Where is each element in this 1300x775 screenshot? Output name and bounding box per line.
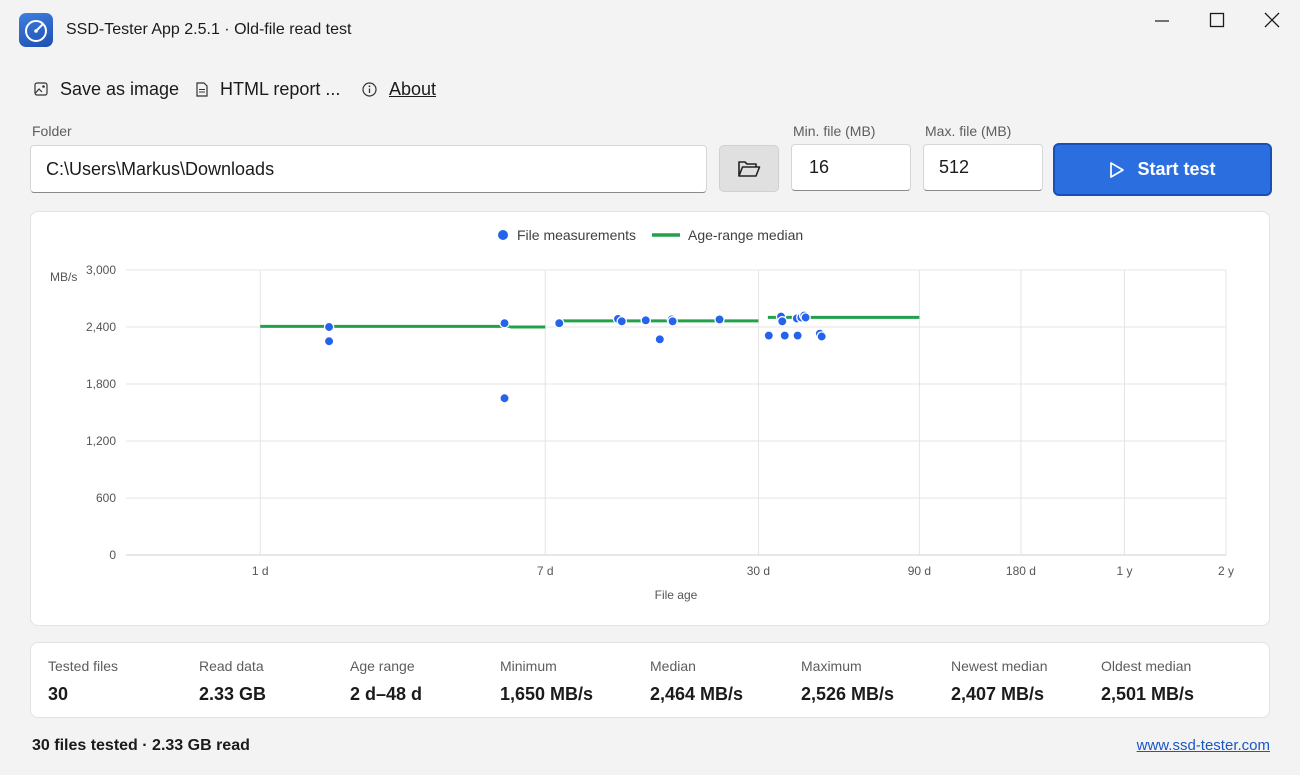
y-axis-label: MB/s [50, 270, 77, 284]
stat-item: Age range 2 d–48 d [350, 658, 422, 705]
x-axis-label: File age [655, 588, 698, 602]
data-point [800, 312, 811, 323]
data-point [763, 330, 775, 341]
y-tick-label: 0 [109, 548, 116, 562]
data-point [499, 392, 510, 404]
x-tick-label: 1 d [252, 564, 269, 578]
stat-value: 2,407 MB/s [951, 684, 1045, 704]
stat-item: Newest median 2,407 MB/s [951, 658, 1048, 705]
x-tick-label: 7 d [537, 564, 554, 578]
data-point [640, 315, 652, 326]
stat-value: 2,526 MB/s [801, 684, 895, 704]
stat-item: Maximum 2,526 MB/s [801, 658, 894, 705]
data-point [499, 317, 510, 329]
data-point [616, 316, 628, 327]
data-point [779, 330, 790, 341]
stat-item: Read data 2.33 GB [199, 658, 266, 705]
y-tick-label: 1,800 [86, 377, 116, 391]
stat-title: Median [650, 658, 696, 674]
data-point [792, 330, 803, 341]
stat-item: Tested files 30 [48, 658, 118, 705]
data-point [667, 316, 678, 327]
stat-title: Read data [199, 658, 264, 674]
data-point [714, 314, 725, 325]
data-point [323, 335, 335, 347]
x-tick-label: 2 y [1218, 564, 1234, 578]
stat-title: Maximum [801, 658, 862, 674]
y-tick-label: 1,200 [86, 434, 116, 448]
stat-value: 2,464 MB/s [650, 684, 744, 704]
stat-title: Oldest median [1101, 658, 1192, 674]
y-tick-label: 600 [96, 491, 116, 505]
x-tick-label: 1 y [1116, 564, 1132, 578]
x-tick-label: 180 d [1006, 564, 1036, 578]
y-tick-label: 3,000 [86, 263, 116, 277]
stat-value: 1,650 MB/s [500, 684, 594, 704]
y-tick-label: 2,400 [86, 320, 116, 334]
stat-item: Oldest median 2,501 MB/s [1101, 658, 1194, 705]
stat-item: Minimum 1,650 MB/s [500, 658, 593, 705]
stat-title: Newest median [951, 658, 1048, 674]
data-point [777, 316, 788, 327]
stat-value: 2,501 MB/s [1101, 684, 1195, 704]
stat-value: 2.33 GB [199, 684, 267, 704]
data-point [816, 331, 827, 342]
stat-title: Age range [350, 658, 415, 674]
stat-value: 30 [48, 684, 69, 704]
stat-value: 2 d–48 d [350, 684, 423, 704]
data-point [553, 317, 565, 329]
x-tick-label: 90 d [908, 564, 931, 578]
stat-title: Minimum [500, 658, 557, 674]
data-point [654, 334, 666, 345]
website-link[interactable]: www.ssd-tester.com [1137, 737, 1270, 754]
data-point [323, 321, 335, 333]
x-tick-label: 30 d [747, 564, 770, 578]
status-text: 30 files tested · 2.33 GB read [32, 737, 250, 754]
stat-title: Tested files [48, 658, 119, 674]
stat-item: Median 2,464 MB/s [650, 658, 743, 705]
